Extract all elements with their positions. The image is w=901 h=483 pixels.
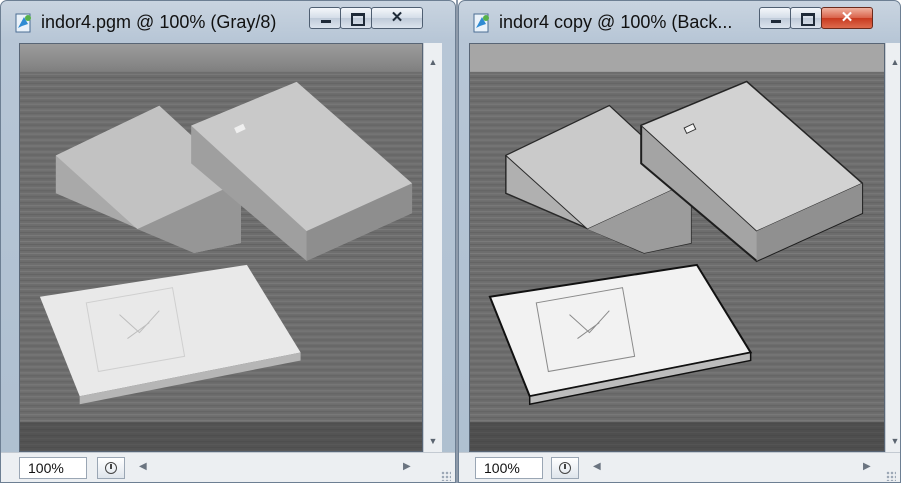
scroll-up-arrow-icon[interactable]: ▲ (886, 57, 900, 67)
image-window-1[interactable]: indor4.pgm @ 100% (Gray/8) ✕ ▲ ▼ 100% ◀ … (0, 0, 456, 483)
image-canvas[interactable] (19, 43, 423, 452)
document-status-icon (559, 462, 571, 474)
status-bar: 100% ◀ ▶ (1, 452, 455, 482)
caption-buttons: ✕ (759, 7, 873, 31)
minimize-button[interactable] (309, 7, 341, 29)
document-status-button[interactable] (97, 457, 125, 479)
maximize-button[interactable] (790, 7, 822, 29)
window-title: indor4 copy @ 100% (Back... (499, 12, 733, 32)
minimize-icon (771, 20, 781, 23)
scroll-left-arrow-icon[interactable]: ◀ (139, 461, 147, 472)
desk-books-photo (20, 44, 422, 451)
document-status-button[interactable] (551, 457, 579, 479)
photoshop-document-icon (15, 13, 31, 33)
scroll-right-arrow-icon[interactable]: ▶ (403, 461, 411, 472)
desk-books-photo-enhanced (470, 44, 884, 451)
photoshop-document-icon (473, 13, 489, 33)
close-icon: ✕ (840, 9, 854, 26)
resize-grip[interactable] (886, 471, 896, 481)
status-bar: 100% ◀ ▶ (459, 452, 900, 482)
window-titlebar[interactable]: indor4.pgm @ 100% (Gray/8) ✕ (1, 1, 455, 43)
vertical-scrollbar[interactable]: ▲ ▼ (423, 43, 442, 452)
document-status-icon (105, 462, 117, 474)
scroll-right-arrow-icon[interactable]: ▶ (863, 461, 871, 472)
zoom-level-field[interactable]: 100% (475, 457, 543, 479)
scroll-down-arrow-icon[interactable]: ▼ (424, 436, 442, 446)
maximize-icon (801, 13, 815, 26)
maximize-button[interactable] (340, 7, 372, 29)
caption-buttons: ✕ (309, 7, 423, 31)
zoom-level-field[interactable]: 100% (19, 457, 87, 479)
minimize-icon (321, 20, 331, 23)
window-title: indor4.pgm @ 100% (Gray/8) (41, 12, 277, 32)
maximize-icon (351, 13, 365, 26)
minimize-button[interactable] (759, 7, 791, 29)
image-window-2[interactable]: indor4 copy @ 100% (Back... ✕ ▲ ▼ 100% ◀… (458, 0, 901, 483)
close-button[interactable]: ✕ (821, 7, 873, 29)
resize-grip[interactable] (441, 471, 451, 481)
window-titlebar[interactable]: indor4 copy @ 100% (Back... ✕ (459, 1, 900, 43)
scroll-up-arrow-icon[interactable]: ▲ (424, 57, 442, 67)
close-button[interactable]: ✕ (371, 7, 423, 29)
vertical-scrollbar[interactable]: ▲ ▼ (885, 43, 900, 452)
close-icon: ✕ (390, 9, 404, 26)
scroll-down-arrow-icon[interactable]: ▼ (886, 436, 900, 446)
image-canvas[interactable] (469, 43, 885, 452)
scroll-left-arrow-icon[interactable]: ◀ (593, 461, 601, 472)
